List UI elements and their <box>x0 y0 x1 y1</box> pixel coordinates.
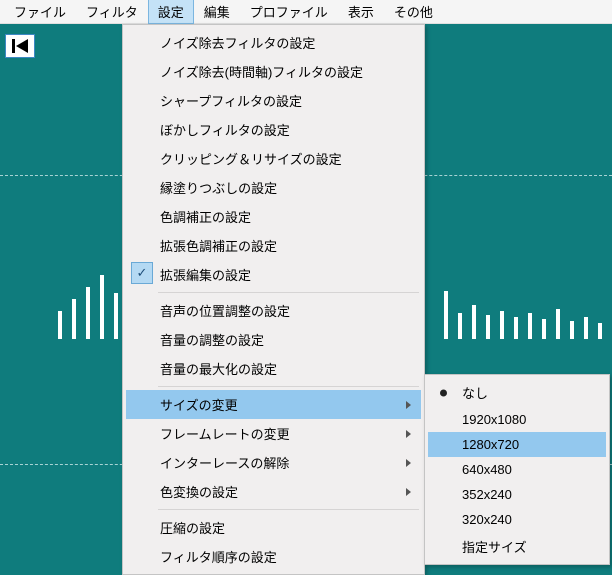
menu-label: ノイズ除去(時間軸)フィルタの設定 <box>160 65 363 80</box>
menu-item-compression[interactable]: 圧縮の設定 <box>126 513 421 542</box>
menu-item-border-fill[interactable]: 縁塗りつぶしの設定 <box>126 173 421 202</box>
menu-item-color-correction[interactable]: 色調補正の設定 <box>126 202 421 231</box>
submenu-arrow-icon <box>406 401 411 409</box>
menu-label: 色変換の設定 <box>160 485 238 500</box>
check-icon: ✓ <box>131 262 153 284</box>
submenu-arrow-icon <box>406 488 411 496</box>
selected-dot-icon <box>440 389 447 396</box>
menu-separator <box>158 386 419 387</box>
menu-item-framerate[interactable]: フレームレートの変更 <box>126 419 421 448</box>
menu-item-ext-editing[interactable]: ✓ 拡張編集の設定 <box>126 260 421 289</box>
menubar: ファイル フィルタ 設定 編集 プロファイル 表示 その他 <box>0 0 612 24</box>
menu-item-deinterlace[interactable]: インターレースの解除 <box>126 448 421 477</box>
submenu-label: なし <box>462 386 488 401</box>
menu-label: 色調補正の設定 <box>160 210 251 225</box>
menu-label: 音声の位置調整の設定 <box>160 304 290 319</box>
menu-settings[interactable]: 設定 <box>148 0 194 24</box>
menu-item-audio-volume[interactable]: 音量の調整の設定 <box>126 325 421 354</box>
menu-item-color-conversion[interactable]: 色変換の設定 <box>126 477 421 506</box>
menu-profile[interactable]: プロファイル <box>240 0 338 24</box>
menu-label: 音量の調整の設定 <box>160 333 264 348</box>
submenu-label: 1920x1080 <box>462 412 526 427</box>
submenu-label: 指定サイズ <box>462 540 527 555</box>
menu-label: サイズの変更 <box>160 398 238 413</box>
submenu-label: 1280x720 <box>462 437 519 452</box>
menu-label: 縁塗りつぶしの設定 <box>160 181 277 196</box>
menu-item-resize[interactable]: サイズの変更 <box>126 390 421 419</box>
submenu-item-1920x1080[interactable]: 1920x1080 <box>428 407 606 432</box>
menu-view[interactable]: 表示 <box>338 0 384 24</box>
submenu-item-640x480[interactable]: 640x480 <box>428 457 606 482</box>
menu-file[interactable]: ファイル <box>4 0 76 24</box>
submenu-item-352x240[interactable]: 352x240 <box>428 482 606 507</box>
menu-label: 音量の最大化の設定 <box>160 362 277 377</box>
menu-edit[interactable]: 編集 <box>194 0 240 24</box>
jump-start-icon <box>11 38 29 54</box>
menu-separator <box>158 509 419 510</box>
jump-to-start-button[interactable] <box>5 34 35 58</box>
menu-label: 圧縮の設定 <box>160 521 225 536</box>
menu-item-audio-maximize[interactable]: 音量の最大化の設定 <box>126 354 421 383</box>
submenu-item-320x240[interactable]: 320x240 <box>428 507 606 532</box>
menu-label: シャープフィルタの設定 <box>160 94 302 109</box>
menu-item-audio-position[interactable]: 音声の位置調整の設定 <box>126 296 421 325</box>
menu-label: フレームレートの変更 <box>160 427 290 442</box>
menu-label: フィルタ順序の設定 <box>160 550 277 565</box>
menu-item-blur-filter[interactable]: ぼかしフィルタの設定 <box>126 115 421 144</box>
menu-item-clip-resize[interactable]: クリッピング＆リサイズの設定 <box>126 144 421 173</box>
menu-label: クリッピング＆リサイズの設定 <box>160 152 342 167</box>
menu-item-sharpen-filter[interactable]: シャープフィルタの設定 <box>126 86 421 115</box>
menu-label: ノイズ除去フィルタの設定 <box>160 36 315 51</box>
submenu-arrow-icon <box>406 430 411 438</box>
resize-submenu: なし 1920x1080 1280x720 640x480 352x240 32… <box>424 374 610 565</box>
menu-item-noise-filter[interactable]: ノイズ除去フィルタの設定 <box>126 28 421 57</box>
submenu-label: 640x480 <box>462 462 512 477</box>
submenu-item-1280x720[interactable]: 1280x720 <box>428 432 606 457</box>
menu-filter[interactable]: フィルタ <box>76 0 148 24</box>
menu-label: 拡張編集の設定 <box>160 268 251 283</box>
toolbar <box>5 34 35 58</box>
settings-menu: ノイズ除去フィルタの設定 ノイズ除去(時間軸)フィルタの設定 シャープフィルタの… <box>122 24 425 575</box>
submenu-arrow-icon <box>406 459 411 467</box>
submenu-item-none[interactable]: なし <box>428 378 606 407</box>
menu-item-ext-color-correction[interactable]: 拡張色調補正の設定 <box>126 231 421 260</box>
submenu-label: 320x240 <box>462 512 512 527</box>
menu-item-noise-time-filter[interactable]: ノイズ除去(時間軸)フィルタの設定 <box>126 57 421 86</box>
submenu-label: 352x240 <box>462 487 512 502</box>
submenu-item-custom-size[interactable]: 指定サイズ <box>428 532 606 561</box>
menu-separator <box>158 292 419 293</box>
menu-label: ぼかしフィルタの設定 <box>160 123 290 138</box>
menu-other[interactable]: その他 <box>384 0 443 24</box>
menu-label: 拡張色調補正の設定 <box>160 239 277 254</box>
menu-label: インターレースの解除 <box>160 456 289 471</box>
menu-item-filter-order[interactable]: フィルタ順序の設定 <box>126 542 421 571</box>
